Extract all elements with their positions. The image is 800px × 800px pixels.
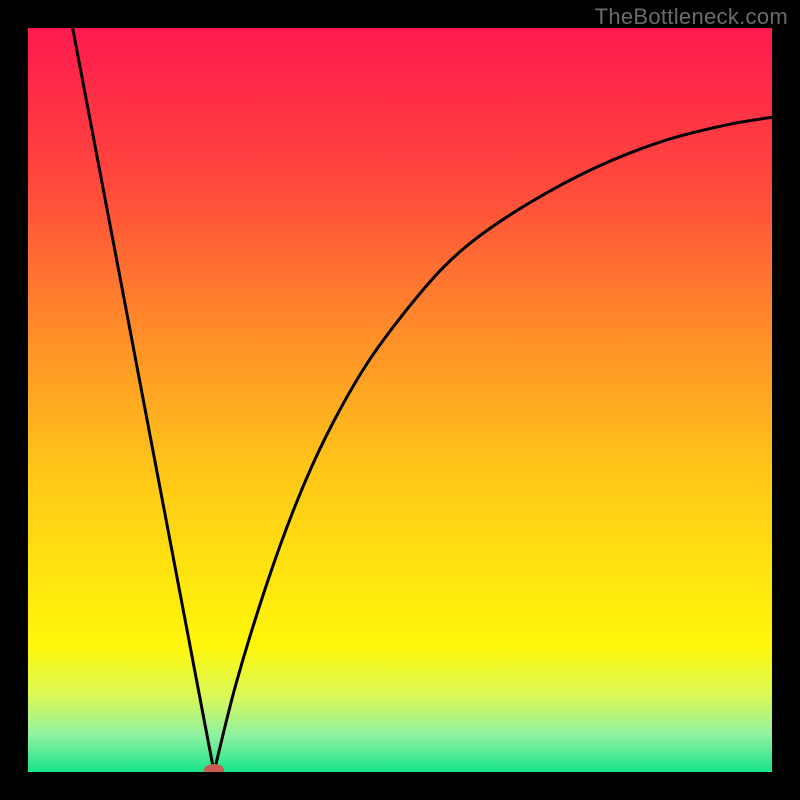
watermark-text: TheBottleneck.com <box>595 4 788 30</box>
chart-frame: TheBottleneck.com <box>0 0 800 800</box>
plot-area <box>28 28 772 772</box>
gradient-background <box>28 28 772 772</box>
chart-svg <box>28 28 772 772</box>
